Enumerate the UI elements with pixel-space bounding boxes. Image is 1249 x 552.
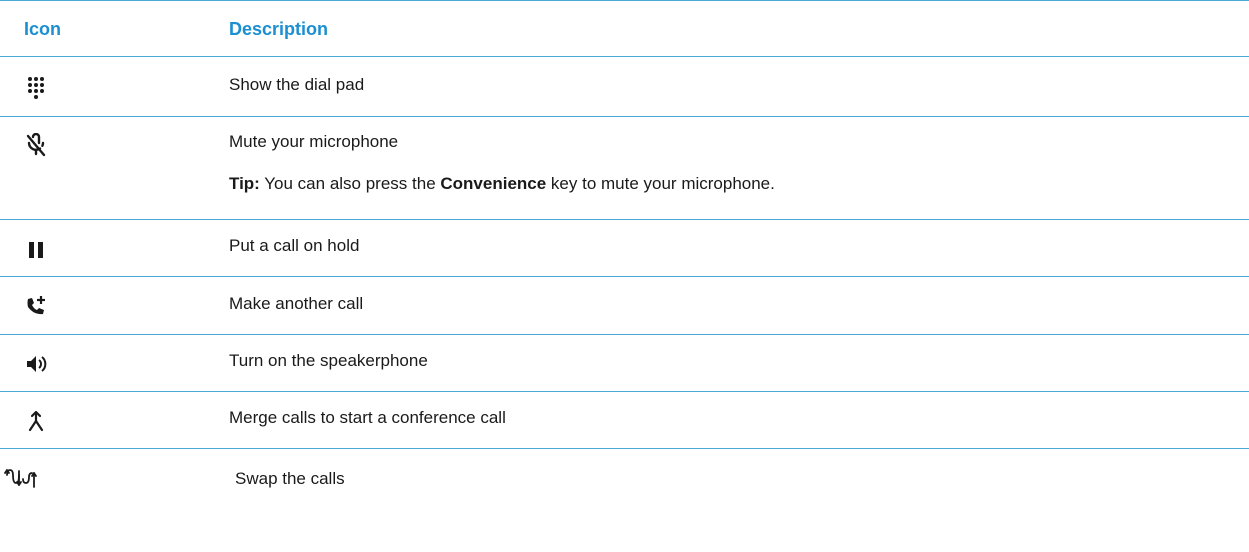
table-header: Icon Description bbox=[0, 0, 1249, 57]
row-description: Turn on the speakerphone bbox=[229, 351, 428, 370]
icon-description-table: Icon Description Show the dial pad Mute … bbox=[0, 0, 1249, 509]
table-row: Swap the calls bbox=[0, 449, 1249, 509]
row-description: Put a call on hold bbox=[229, 236, 360, 255]
row-description: Mute your microphone bbox=[229, 132, 399, 151]
mic-off-icon bbox=[22, 131, 50, 159]
description-column-header: Description bbox=[229, 19, 329, 39]
convenience-key-label: Convenience bbox=[440, 174, 547, 193]
table-row: Mute your microphone Tip: You can also p… bbox=[0, 117, 1249, 220]
table-row: Put a call on hold bbox=[0, 220, 1249, 277]
pause-icon bbox=[22, 236, 50, 264]
row-description: Show the dial pad bbox=[229, 75, 365, 94]
table-row: Make another call bbox=[0, 277, 1249, 335]
row-description: Make another call bbox=[229, 294, 364, 313]
table-row: Turn on the speakerphone bbox=[0, 335, 1249, 392]
table-row: Merge calls to start a conference call bbox=[0, 392, 1249, 449]
row-description: Swap the calls bbox=[235, 469, 345, 488]
tip-note: Tip: You can also press the Convenience … bbox=[229, 174, 775, 194]
dialpad-icon bbox=[22, 74, 50, 102]
merge-icon bbox=[22, 407, 50, 435]
swap-calls-icon bbox=[4, 465, 40, 493]
icon-column-header: Icon bbox=[24, 19, 62, 39]
speaker-icon bbox=[22, 350, 50, 378]
tip-text: You can also press the bbox=[259, 174, 441, 193]
table-row: Show the dial pad bbox=[0, 57, 1249, 117]
tip-text: key to mute your microphone. bbox=[546, 174, 775, 193]
add-call-icon bbox=[22, 292, 50, 320]
row-description: Merge calls to start a conference call bbox=[229, 408, 506, 427]
tip-label: Tip: bbox=[229, 174, 260, 193]
